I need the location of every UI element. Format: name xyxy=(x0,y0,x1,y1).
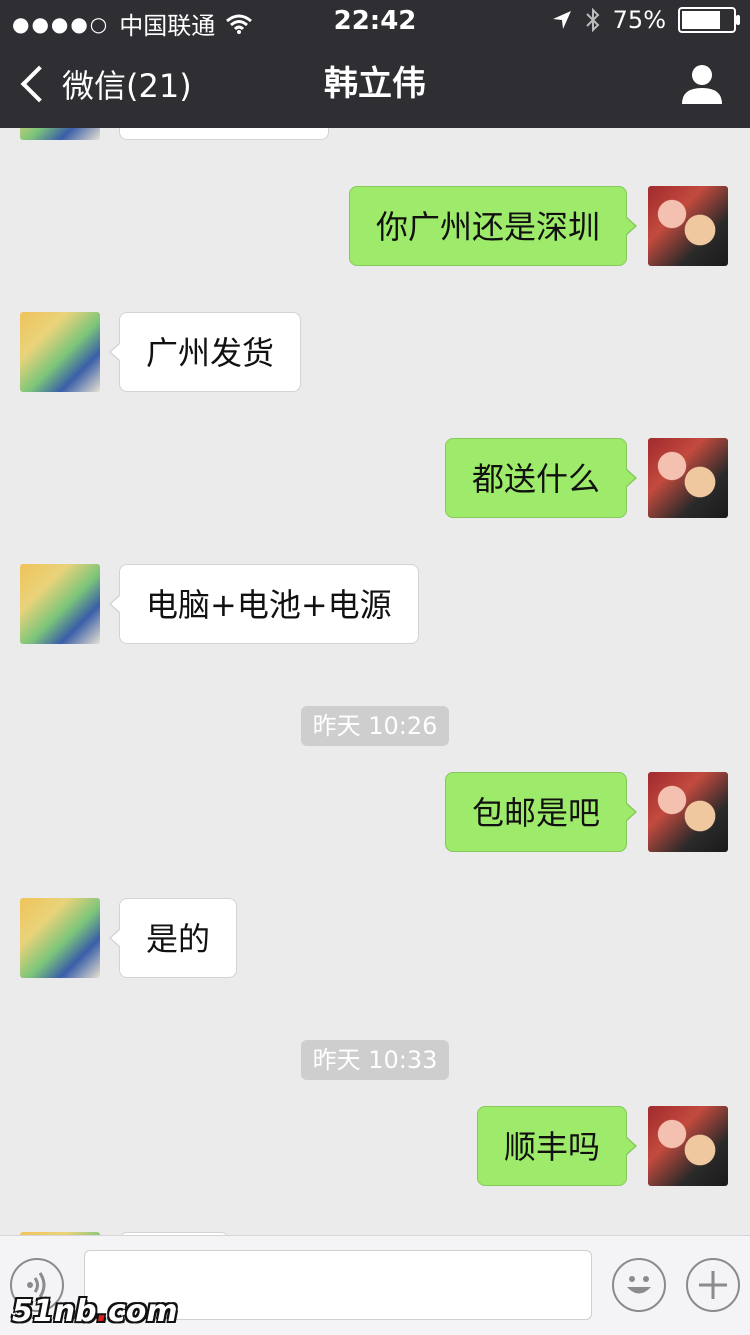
timestamp: 昨天 10:33 xyxy=(0,1040,750,1080)
plus-icon xyxy=(699,1271,727,1299)
sent-bubble[interactable]: 你广州还是深圳 xyxy=(348,186,638,266)
received-bubble[interactable]: 广州发货 xyxy=(108,312,302,392)
timestamp-label: 昨天 10:26 xyxy=(300,706,450,746)
location-arrow-icon xyxy=(552,11,571,29)
received-bubble[interactable]: 是的 xyxy=(108,898,238,978)
top-bar: ●●●●○ 中国联通 22:42 75% 微信(21) 韩立伟 xyxy=(0,0,750,128)
battery-percent: 75% xyxy=(612,6,666,34)
emoji-button[interactable] xyxy=(612,1258,666,1312)
timestamp-label: 昨天 10:33 xyxy=(300,1040,450,1080)
more-button[interactable] xyxy=(686,1258,740,1312)
battery-icon xyxy=(678,7,740,33)
my-avatar[interactable] xyxy=(648,772,728,852)
watermark: 51nb.com xyxy=(12,1294,178,1329)
timestamp: 昨天 10:26 xyxy=(0,706,750,746)
my-avatar[interactable] xyxy=(648,438,728,518)
status-bar: ●●●●○ 中国联通 22:42 75% xyxy=(0,0,750,40)
chat-title: 韩立伟 xyxy=(324,64,426,104)
sent-bubble[interactable]: 顺丰吗 xyxy=(476,1106,638,1186)
battery-level xyxy=(682,11,720,29)
my-avatar[interactable] xyxy=(648,1106,728,1186)
emoji-icon xyxy=(627,1276,651,1294)
sent-bubble[interactable]: 都送什么 xyxy=(444,438,638,518)
sent-bubble[interactable]: 包邮是吧 xyxy=(444,772,638,852)
contact-avatar[interactable] xyxy=(20,128,100,140)
my-avatar[interactable] xyxy=(648,186,728,266)
contact-avatar[interactable] xyxy=(20,312,100,392)
profile-icon[interactable] xyxy=(680,62,724,106)
contact-avatar[interactable] xyxy=(20,564,100,644)
bluetooth-icon xyxy=(585,7,600,33)
input-bar: 51nb.com xyxy=(0,1235,750,1335)
contact-avatar[interactable] xyxy=(20,898,100,978)
received-bubble[interactable]: 电脑+电池+电源 xyxy=(109,564,419,644)
chat-area[interactable]: 你广州还是深圳 广州发货 都送什么 电脑+电池+电源 昨天 10:26 包邮是吧… xyxy=(0,128,750,1235)
nav-bar: 微信(21) 韩立伟 xyxy=(0,40,750,128)
received-bubble[interactable] xyxy=(119,128,329,140)
